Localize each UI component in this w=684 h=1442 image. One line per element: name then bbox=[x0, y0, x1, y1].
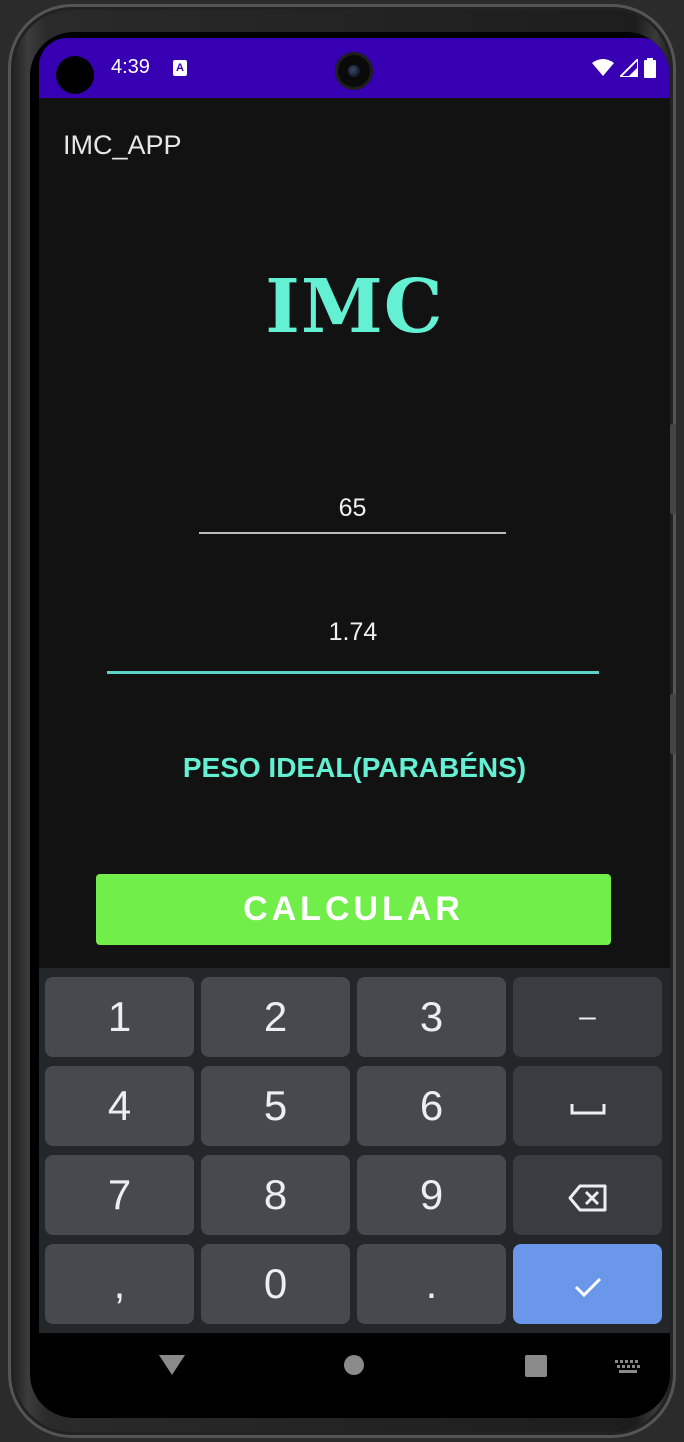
key-4[interactable]: 4 bbox=[45, 1066, 194, 1146]
key-9[interactable]: 9 bbox=[357, 1155, 506, 1235]
weight-input-underline bbox=[199, 532, 506, 534]
height-input-value[interactable]: 1.74 bbox=[107, 618, 599, 647]
space-key[interactable] bbox=[513, 1066, 662, 1146]
navigation-bar bbox=[39, 1333, 670, 1398]
numeric-keyboard: 1 2 3 – 4 5 6 7 8 9 , 0 . bbox=[39, 968, 670, 1333]
phone-frame: 4:39 A IMC_APP IMC 65 1.74 PESO IDEAL(PA… bbox=[8, 4, 676, 1438]
app-title: IMC_APP bbox=[63, 130, 182, 160]
key-minus[interactable]: – bbox=[513, 977, 662, 1057]
enter-key[interactable] bbox=[513, 1244, 662, 1324]
check-icon bbox=[574, 1277, 601, 1298]
signal-icon bbox=[620, 59, 638, 77]
screen: 4:39 A IMC_APP IMC 65 1.74 PESO IDEAL(PA… bbox=[39, 38, 670, 1398]
calculate-button[interactable]: CALCULAR bbox=[96, 874, 611, 945]
backspace-icon bbox=[568, 1184, 606, 1212]
home-icon[interactable] bbox=[344, 1355, 364, 1375]
key-period[interactable]: . bbox=[357, 1244, 506, 1324]
keyboard-switch-icon[interactable] bbox=[615, 1360, 641, 1374]
status-icons bbox=[592, 58, 656, 78]
status-bar: 4:39 A bbox=[39, 38, 670, 98]
battery-icon bbox=[644, 58, 656, 78]
key-5[interactable]: 5 bbox=[201, 1066, 350, 1146]
back-icon[interactable] bbox=[159, 1355, 185, 1375]
weight-input-value[interactable]: 65 bbox=[199, 494, 506, 523]
space-icon bbox=[570, 1103, 605, 1115]
front-camera bbox=[335, 52, 373, 90]
status-time: 4:39 bbox=[111, 56, 150, 78]
key-8[interactable]: 8 bbox=[201, 1155, 350, 1235]
weight-input[interactable]: 65 bbox=[199, 494, 506, 534]
key-2[interactable]: 2 bbox=[201, 977, 350, 1057]
phone-bezel: 4:39 A IMC_APP IMC 65 1.74 PESO IDEAL(PA… bbox=[30, 32, 670, 1418]
key-1[interactable]: 1 bbox=[45, 977, 194, 1057]
key-comma[interactable]: , bbox=[45, 1244, 194, 1324]
power-button bbox=[670, 694, 676, 754]
volume-button bbox=[670, 424, 676, 514]
key-3[interactable]: 3 bbox=[357, 977, 506, 1057]
camera-cutout bbox=[56, 56, 94, 94]
key-6[interactable]: 6 bbox=[357, 1066, 506, 1146]
key-0[interactable]: 0 bbox=[201, 1244, 350, 1324]
result-text: PESO IDEAL(PARABÉNS) bbox=[182, 752, 527, 783]
recents-icon[interactable] bbox=[525, 1355, 547, 1377]
page-heading: IMC bbox=[265, 264, 444, 350]
backspace-key[interactable] bbox=[513, 1155, 662, 1235]
key-7[interactable]: 7 bbox=[45, 1155, 194, 1235]
a-icon: A bbox=[173, 60, 187, 76]
height-input-underline bbox=[107, 671, 599, 674]
wifi-icon bbox=[592, 59, 614, 76]
height-input[interactable]: 1.74 bbox=[107, 618, 599, 674]
